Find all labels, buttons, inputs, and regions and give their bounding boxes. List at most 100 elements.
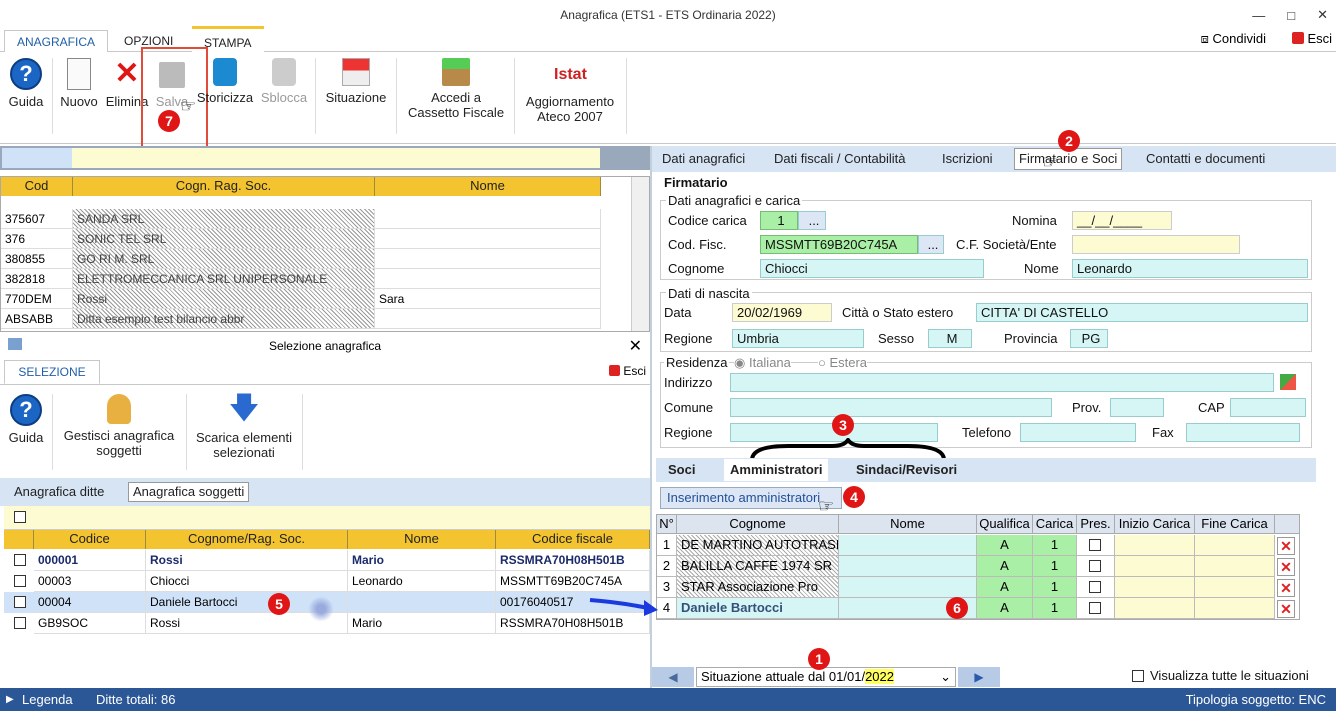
condividi-button[interactable]: ⧈ Condividi [1201, 31, 1266, 47]
prev-arrow-icon[interactable]: ◀ [652, 667, 694, 687]
sblocca-button[interactable]: Sblocca [260, 58, 308, 105]
italiana-radio[interactable]: ◉ Italiana [734, 354, 791, 372]
estera-radio[interactable]: ○ Estera [818, 354, 868, 372]
qualifica-cell[interactable]: A [977, 598, 1033, 619]
legenda-link[interactable]: Legenda [22, 688, 73, 711]
situazione-select[interactable]: Situazione attuale dal 01/01/2022 ⌄ [696, 667, 956, 687]
tab-dati-fiscali[interactable]: Dati fiscali / Contabilità [774, 149, 906, 169]
cognome-cell[interactable]: STAR Associazione Pro [677, 577, 839, 598]
fine-carica-cell[interactable] [1195, 556, 1275, 577]
nomina-field[interactable]: __/__/____ [1072, 211, 1172, 230]
table-row[interactable]: 1 DE MARTINO AUTOTRASP A 1 ✕ [657, 535, 1299, 556]
tab-contatti[interactable]: Contatti e documenti [1146, 149, 1265, 169]
carica-cell[interactable]: 1 [1033, 598, 1077, 619]
gestisci-button[interactable]: Gestisci anagrafica soggetti [58, 394, 180, 458]
table-cell[interactable]: Rossi [73, 289, 375, 309]
telefono-field[interactable] [1020, 423, 1136, 442]
table-cell[interactable] [375, 269, 601, 289]
table-cell[interactable]: SANDA SRL [73, 209, 375, 229]
row-number[interactable]: 1 [657, 535, 677, 556]
fine-carica-cell[interactable] [1195, 577, 1275, 598]
col-nome[interactable]: Nome [348, 530, 496, 549]
admin-col-header[interactable]: N° [657, 515, 677, 534]
inserimento-button[interactable]: Inserimento amministratori [660, 487, 842, 509]
admin-col-header[interactable]: Nome [839, 515, 977, 534]
table-cell[interactable]: SONIC TEL SRL [73, 229, 375, 249]
admin-col-header[interactable]: Pres. [1077, 515, 1115, 534]
pres-cell[interactable] [1077, 556, 1115, 577]
carica-cell[interactable]: 1 [1033, 535, 1077, 556]
table-cell[interactable] [375, 309, 601, 329]
row-checkbox[interactable] [14, 554, 26, 566]
table-cell[interactable]: Ditta esempio test bilancio abbr [73, 309, 375, 329]
table-cell[interactable] [375, 249, 601, 269]
fine-carica-cell[interactable] [1195, 598, 1275, 619]
maximize-icon[interactable]: □ [1287, 8, 1295, 23]
sesso-field[interactable]: M [928, 329, 972, 348]
nome-cell[interactable] [839, 556, 977, 577]
table-cell[interactable] [375, 209, 601, 229]
delete-row-icon[interactable]: ✕ [1277, 537, 1295, 555]
select-all-checkbox[interactable] [14, 511, 26, 523]
row-number[interactable]: 4 [657, 598, 677, 619]
provincia-field[interactable]: PG [1070, 329, 1108, 348]
tab-amministratori[interactable]: Amministratori [724, 459, 829, 481]
table-cell[interactable]: ELETTROMECCANICA SRL UNIPERSONALE [73, 269, 375, 289]
filter-ragsoc[interactable] [72, 148, 600, 168]
col-ragsoc[interactable]: Cogn. Rag. Soc. [73, 177, 375, 196]
admin-col-header[interactable]: Inizio Carica [1115, 515, 1195, 534]
table-row[interactable]: 4 Daniele Bartocci A 1 ✕ [657, 598, 1299, 619]
admin-col-header[interactable]: Cognome [677, 515, 839, 534]
codfisc-lookup[interactable]: ... [918, 235, 944, 254]
row-checkbox[interactable] [14, 617, 26, 629]
codice-carica-field[interactable]: 1 [760, 211, 798, 230]
admin-col-header[interactable]: Fine Carica [1195, 515, 1275, 534]
scrollbar[interactable] [631, 177, 649, 331]
guida-button[interactable]: ? Guida [6, 58, 46, 109]
table-cell[interactable]: 770DEM [1, 289, 73, 309]
codfisc-field[interactable]: MSSMTT69B20C745A [760, 235, 918, 254]
admin-col-header[interactable]: Carica [1033, 515, 1077, 534]
fine-carica-cell[interactable] [1195, 535, 1275, 556]
qualifica-cell[interactable]: A [977, 577, 1033, 598]
carica-cell[interactable]: 1 [1033, 577, 1077, 598]
pres-checkbox[interactable] [1089, 539, 1101, 551]
codice-carica-lookup[interactable]: ... [798, 211, 826, 230]
next-arrow-icon[interactable]: ▶ [958, 667, 1000, 687]
tab-anagrafica-soggetti[interactable]: Anagrafica soggetti [128, 482, 250, 502]
nuovo-button[interactable]: Nuovo [58, 58, 100, 109]
tab-soci[interactable]: Soci [668, 460, 695, 480]
nome-field[interactable]: Leonardo [1072, 259, 1308, 278]
cognome-field[interactable]: Chiocci [760, 259, 984, 278]
tab-dati-anagrafici[interactable]: Dati anagrafici [662, 149, 745, 169]
table-cell[interactable]: Sara [375, 289, 601, 309]
delete-row-icon[interactable]: ✕ [1277, 600, 1295, 618]
table-cell[interactable]: 380855 [1, 249, 73, 269]
pres-checkbox[interactable] [1089, 581, 1101, 593]
regione-field[interactable]: Umbria [732, 329, 864, 348]
admin-col-header[interactable]: Qualifica [977, 515, 1033, 534]
citta-field[interactable]: CITTA' DI CASTELLO [976, 303, 1308, 322]
fax-field[interactable] [1186, 423, 1300, 442]
table-row[interactable]: 3 STAR Associazione Pro A 1 ✕ [657, 577, 1299, 598]
cassetto-fiscale-button[interactable]: Accedi a Cassetto Fiscale [402, 58, 510, 120]
map-icon[interactable] [1280, 374, 1296, 390]
table-cell[interactable]: 376 [1, 229, 73, 249]
tab-iscrizioni[interactable]: Iscrizioni [942, 149, 993, 169]
cap-field[interactable] [1230, 398, 1306, 417]
close-icon[interactable]: ✕ [1317, 7, 1328, 23]
table-row[interactable]: 2 BALILLA CAFFE 1974 SR A 1 ✕ [657, 556, 1299, 577]
tab-sindaci[interactable]: Sindaci/Revisori [856, 460, 957, 480]
col-nome[interactable]: Nome [375, 177, 601, 196]
ateco-button[interactable]: Istat Aggiornamento Ateco 2007 [520, 58, 620, 124]
minimize-icon[interactable]: — [1252, 8, 1265, 23]
tab-selezione[interactable]: SELEZIONE [4, 360, 100, 384]
carica-cell[interactable]: 1 [1033, 556, 1077, 577]
close-icon[interactable]: ✕ [629, 336, 642, 356]
pres-cell[interactable] [1077, 598, 1115, 619]
cognome-cell[interactable]: Daniele Bartocci [677, 598, 839, 619]
visualizza-checkbox[interactable] [1132, 670, 1144, 682]
nome-cell[interactable] [839, 535, 977, 556]
delete-row-icon[interactable]: ✕ [1277, 579, 1295, 597]
pres-checkbox[interactable] [1089, 560, 1101, 572]
